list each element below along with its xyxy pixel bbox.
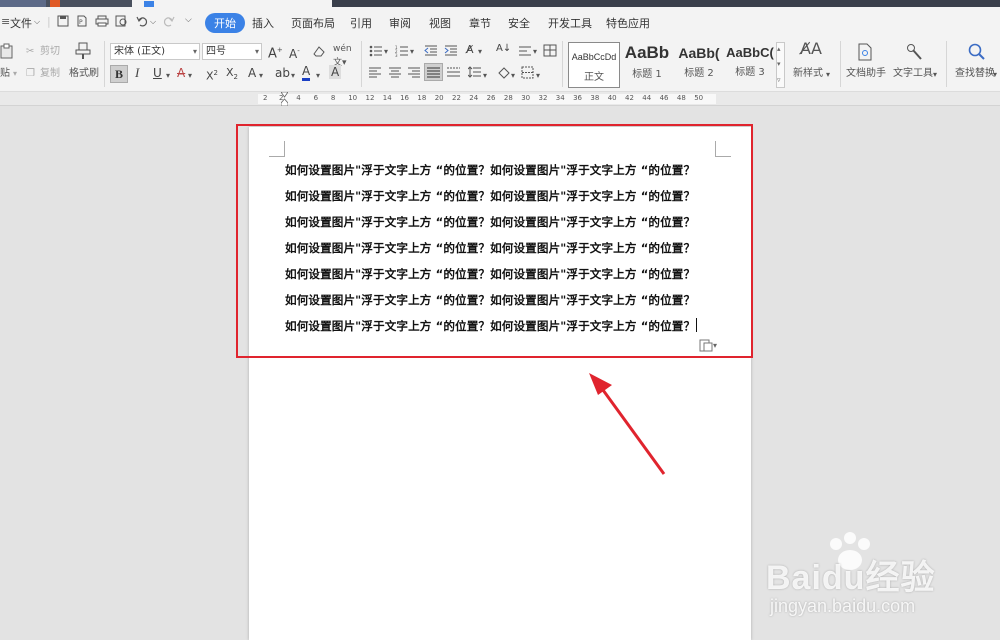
annotation-arrow	[589, 373, 666, 475]
